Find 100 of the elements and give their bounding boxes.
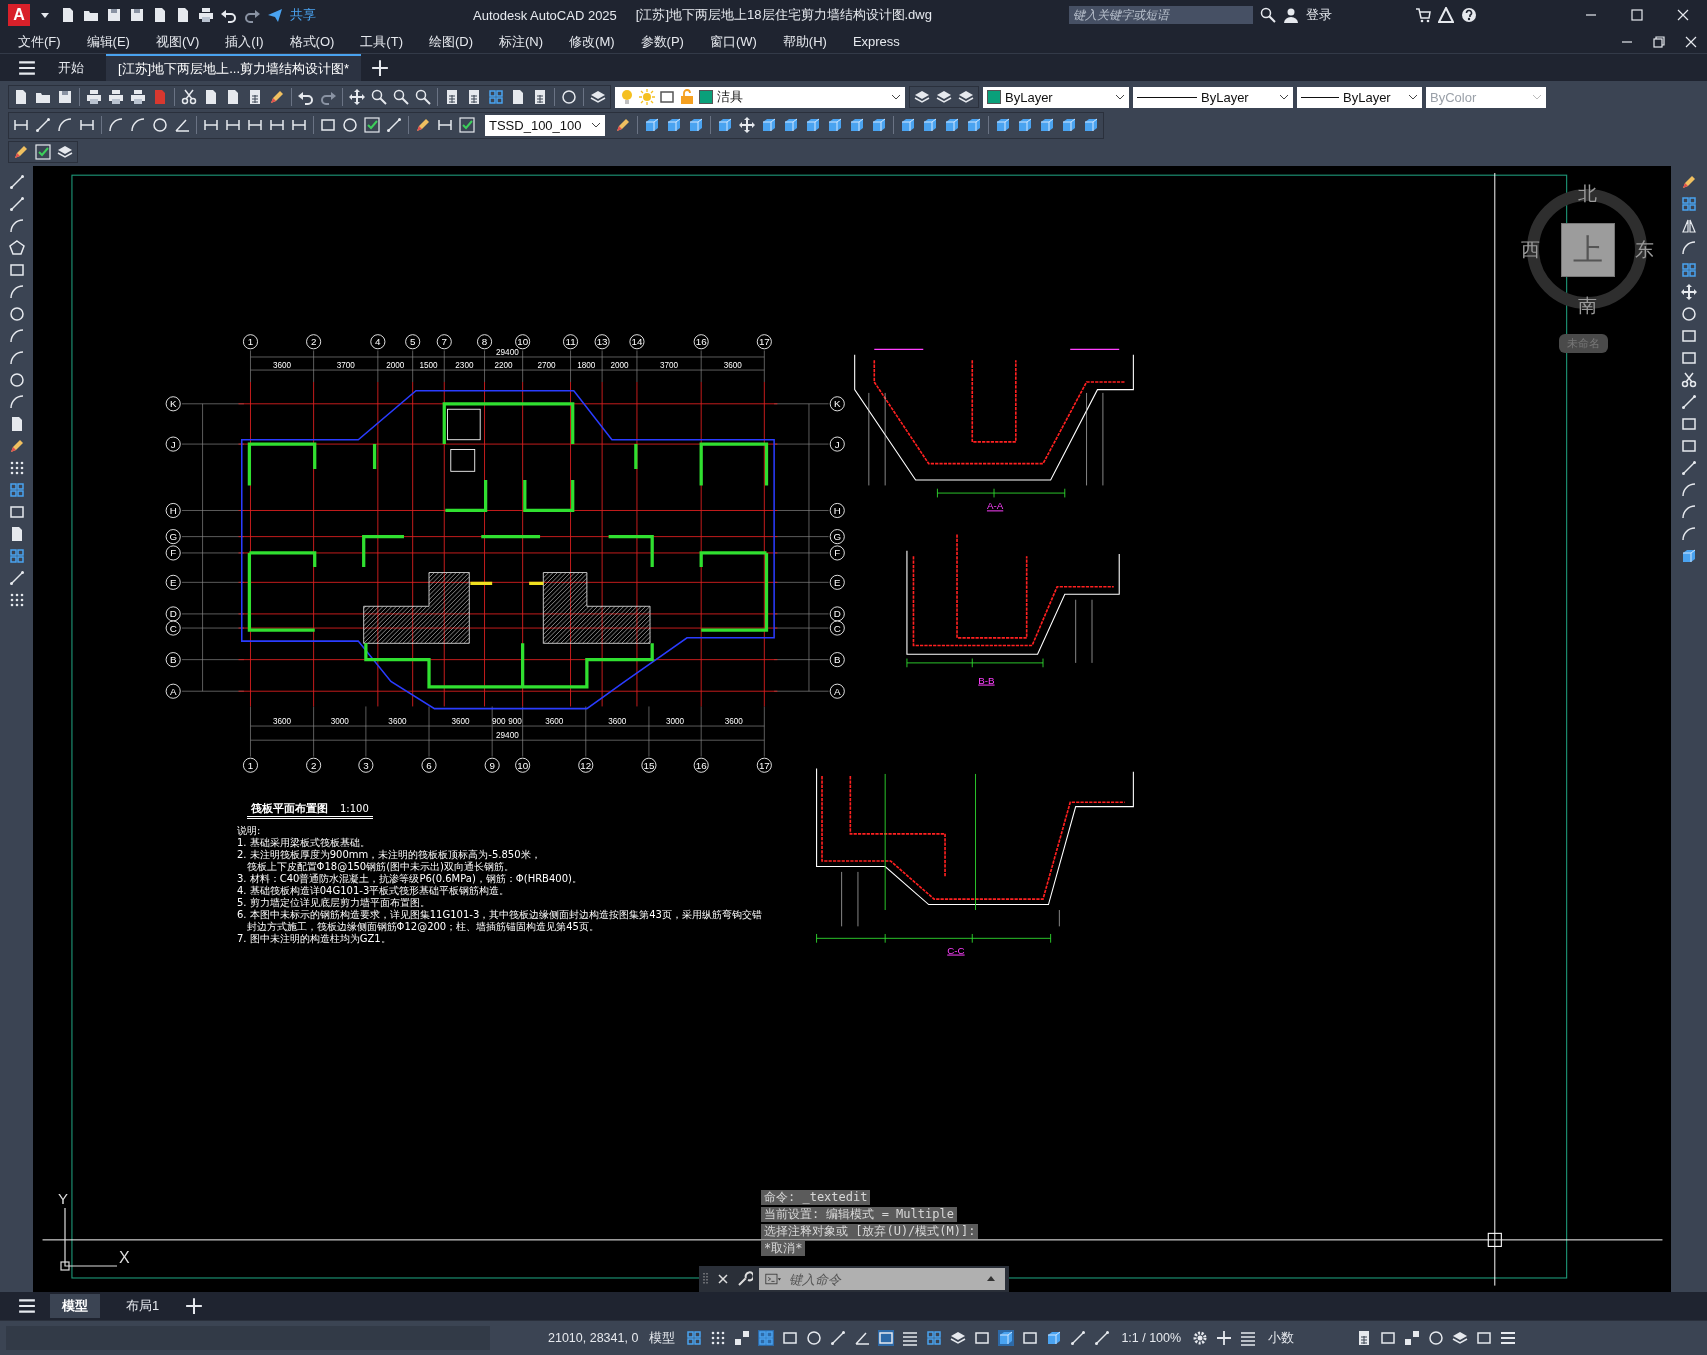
angle-icon[interactable] — [854, 1330, 871, 1346]
calculator-icon[interactable] — [466, 89, 482, 105]
arc-icon[interactable] — [8, 350, 25, 366]
cube-icon[interactable] — [1061, 117, 1077, 133]
pencil-icon[interactable] — [269, 89, 285, 105]
scissors-icon[interactable] — [181, 89, 197, 105]
pencil-icon[interactable] — [615, 117, 631, 133]
menu-item[interactable]: 绘图(D) — [428, 32, 473, 51]
printer-icon[interactable] — [86, 89, 102, 105]
layer-dropdown[interactable]: 洁具 — [615, 86, 905, 108]
arc-icon[interactable] — [130, 117, 146, 133]
line-icon[interactable] — [386, 117, 402, 133]
line-icon[interactable] — [1070, 1330, 1087, 1346]
gear-icon[interactable] — [1192, 1330, 1209, 1346]
menu-item[interactable]: Express — [852, 34, 900, 49]
app-logo[interactable]: A — [8, 4, 30, 26]
rectangle-icon[interactable] — [8, 262, 25, 278]
cube-icon[interactable] — [761, 117, 777, 133]
cube-icon[interactable] — [783, 117, 799, 133]
cube-icon[interactable] — [1681, 548, 1697, 564]
sign-in-link[interactable]: 登录 — [1306, 6, 1332, 24]
circle-icon[interactable] — [342, 117, 358, 133]
dimension-icon[interactable] — [291, 117, 307, 133]
printer-icon[interactable] — [130, 89, 146, 105]
dimension-style-dropdown[interactable]: TSSD_100_100 — [485, 114, 605, 136]
line-icon[interactable] — [8, 196, 25, 212]
angle-icon[interactable] — [174, 117, 190, 133]
calculator-icon[interactable] — [532, 89, 548, 105]
layers-icon[interactable] — [57, 144, 73, 160]
dimension-icon[interactable] — [247, 117, 263, 133]
cube-icon[interactable] — [827, 117, 843, 133]
layers-icon[interactable] — [1452, 1330, 1469, 1346]
document-icon[interactable] — [175, 7, 191, 23]
pencil-icon[interactable] — [415, 117, 431, 133]
layers-icon[interactable] — [950, 1330, 967, 1346]
arc-icon[interactable] — [8, 394, 25, 410]
cube-icon[interactable] — [1017, 117, 1033, 133]
units-dropdown[interactable]: 小数 — [1264, 1329, 1349, 1347]
grid-icon[interactable] — [686, 1330, 703, 1346]
rectangle-icon[interactable] — [878, 1330, 895, 1346]
pencil-icon[interactable] — [1681, 174, 1697, 190]
arc-icon[interactable] — [8, 328, 25, 344]
search-field[interactable]: 键入关键字或短语 — [1069, 6, 1253, 24]
checkmark-icon[interactable] — [459, 117, 475, 133]
arc-icon[interactable] — [1681, 504, 1697, 520]
arc-icon[interactable] — [8, 218, 25, 234]
cube-icon[interactable] — [995, 117, 1011, 133]
menu-item[interactable]: 编辑(E) — [86, 32, 130, 51]
maximize-icon[interactable] — [1629, 7, 1645, 23]
printer-icon[interactable] — [108, 89, 124, 105]
cross-arrows-icon[interactable] — [349, 89, 365, 105]
cube-icon[interactable] — [666, 117, 682, 133]
grid-icon[interactable] — [926, 1330, 943, 1346]
menu-icon[interactable] — [18, 1297, 36, 1315]
wrench-icon[interactable] — [737, 1271, 753, 1287]
plus-icon[interactable] — [185, 1297, 204, 1315]
plus-icon[interactable] — [1216, 1330, 1233, 1346]
circle-icon[interactable] — [8, 372, 25, 388]
cross-arrows-icon[interactable] — [739, 117, 755, 133]
dimension-icon[interactable] — [269, 117, 285, 133]
undo-arrow-icon[interactable] — [221, 7, 237, 23]
cube-icon[interactable] — [944, 117, 960, 133]
cube-icon[interactable] — [1046, 1330, 1063, 1346]
cube-icon[interactable] — [922, 117, 938, 133]
rectangle-icon[interactable] — [1681, 350, 1697, 366]
menu-item[interactable]: 修改(M) — [569, 32, 615, 51]
menu-item[interactable]: 工具(T) — [360, 32, 403, 51]
grid-icon[interactable] — [758, 1330, 775, 1346]
rectangle-icon[interactable] — [1380, 1330, 1397, 1346]
line-icon[interactable] — [8, 570, 25, 586]
layers-icon[interactable] — [590, 89, 606, 105]
menu-icon[interactable] — [18, 58, 36, 77]
layout-tab[interactable]: 模型 — [50, 1294, 100, 1318]
dimension-icon[interactable] — [13, 117, 29, 133]
rectangle-icon[interactable] — [782, 1330, 799, 1346]
calculator-icon[interactable] — [247, 89, 263, 105]
menu-item[interactable]: 格式(O) — [289, 32, 335, 51]
cross-arrows-icon[interactable] — [1681, 284, 1697, 300]
menu-item[interactable]: 视图(V) — [155, 32, 200, 51]
cube-icon[interactable] — [849, 117, 865, 133]
magnifier-icon[interactable] — [415, 89, 431, 105]
rectangle-icon[interactable] — [1681, 438, 1697, 454]
menu-item[interactable]: 插入(I) — [225, 32, 264, 51]
person-icon[interactable] — [1283, 7, 1299, 23]
checkmark-icon[interactable] — [364, 117, 380, 133]
line-icon[interactable] — [35, 117, 51, 133]
document-icon[interactable] — [203, 89, 219, 105]
document-icon[interactable] — [225, 89, 241, 105]
grid-icon[interactable] — [1681, 262, 1697, 278]
triangle-icon[interactable] — [1681, 218, 1697, 234]
rectangle-icon[interactable] — [1476, 1330, 1493, 1346]
document-icon[interactable] — [13, 89, 29, 105]
grid-icon[interactable] — [8, 482, 25, 498]
arc-icon[interactable] — [8, 284, 25, 300]
share-link[interactable]: 共享 — [290, 6, 316, 24]
layers-icon[interactable] — [914, 89, 930, 105]
circle-icon[interactable] — [806, 1330, 823, 1346]
rectangle-icon[interactable] — [320, 117, 336, 133]
grid-icon[interactable] — [1681, 196, 1697, 212]
document-icon[interactable] — [60, 7, 76, 23]
